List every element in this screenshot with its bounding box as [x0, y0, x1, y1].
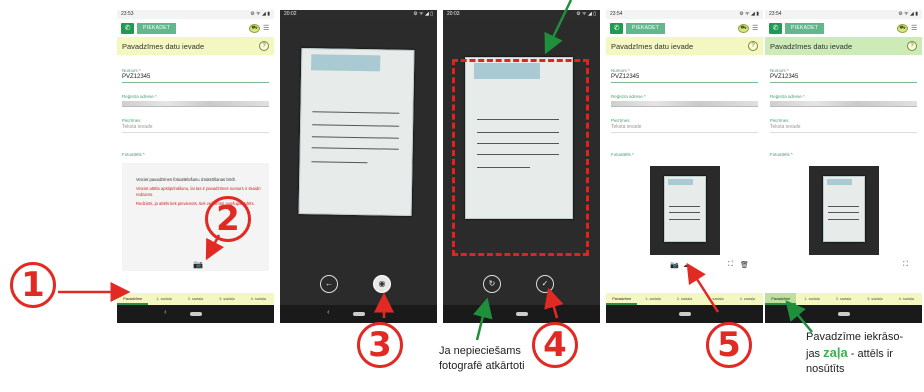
arrow-5 — [686, 262, 720, 313]
arrow-frame — [544, 0, 573, 55]
green-caption-line3: nosūtīts — [806, 363, 845, 375]
green-word: zaļa — [823, 345, 848, 360]
retake-caption-line2: fotografē atkārtoti — [439, 360, 525, 372]
retake-caption-line1: Ja nepieciešams — [439, 345, 521, 357]
callout-4: 4 — [532, 322, 578, 368]
annotation-arrows — [58, 0, 813, 341]
arrow-4 — [544, 287, 564, 319]
arrow-retake — [473, 297, 493, 341]
green-caption: Pavadzīme iekrāso- jas zaļa - attēls ir … — [806, 330, 924, 377]
callout-5: 5 — [706, 322, 752, 368]
arrow-green-tab — [785, 300, 813, 333]
retake-caption: Ja nepieciešams fotografē atkārtoti — [439, 344, 525, 374]
green-caption-line1: Pavadzīme iekrāso- — [806, 331, 904, 343]
callout-1: 1 — [10, 262, 56, 308]
green-caption-line2: jas zaļa - attēls ir — [806, 345, 893, 360]
callout-3: 3 — [357, 322, 403, 368]
callout-2: 2 — [205, 196, 251, 242]
